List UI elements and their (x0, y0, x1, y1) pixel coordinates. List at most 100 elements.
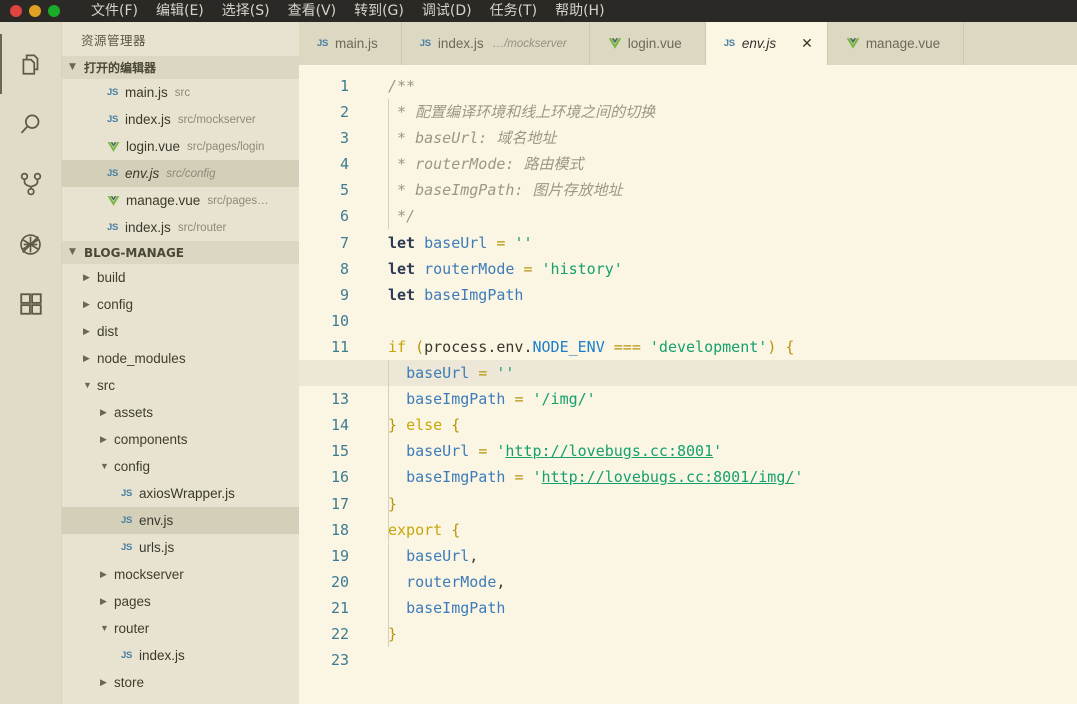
menu-view[interactable]: 查看(V) (279, 0, 346, 22)
tree-folder-assets[interactable]: ▶ assets (62, 399, 299, 426)
code-text: * routerMode: 路由模式 (388, 155, 584, 174)
open-editor-item-selected[interactable]: JS env.js src/config (62, 160, 299, 187)
line-number: 3 (339, 129, 349, 148)
title-bar: 文件(F) 编辑(E) 选择(S) 查看(V) 转到(G) 调试(D) 任务(T… (0, 0, 1077, 22)
tree-label: urls.js (139, 540, 175, 555)
code-line-9: let baseImgPath (388, 285, 524, 304)
chevron-right-icon: ▶ (83, 353, 90, 363)
minimize-window-button[interactable] (29, 5, 41, 17)
tree-folder-node-modules[interactable]: ▶ node_modules (62, 345, 299, 372)
open-editor-path: src/pages/login (187, 140, 265, 153)
js-file-icon: JS (107, 222, 119, 233)
tree-folder-pages[interactable]: ▶ pages (62, 588, 299, 615)
open-editor-item[interactable]: JS index.js src/router (62, 214, 299, 241)
chevron-down-icon: ▼ (100, 461, 109, 471)
line-number: 22 (330, 624, 349, 643)
open-editor-item[interactable]: login.vue src/pages/login (62, 133, 299, 160)
project-root-label: BLOG-MANAGE (84, 245, 185, 260)
vue-file-icon (608, 37, 622, 50)
project-root-header[interactable]: ▼ BLOG-MANAGE (62, 241, 299, 264)
menu-help[interactable]: 帮助(H) (546, 0, 613, 22)
chevron-right-icon: ▶ (83, 326, 90, 336)
tree-folder-dist[interactable]: ▶ dist (62, 318, 299, 345)
line-number: 23 (330, 651, 349, 670)
open-editor-name: env.js (125, 166, 160, 181)
tree-label: store (114, 675, 145, 690)
extensions-icon (18, 291, 44, 317)
line-number: 9 (339, 285, 349, 304)
tree-folder-config[interactable]: ▶ config (62, 291, 299, 318)
menu-file[interactable]: 文件(F) (82, 0, 147, 22)
activity-bar (0, 22, 62, 704)
tab-close-icon[interactable]: ✕ (801, 37, 813, 51)
tree-label: components (114, 432, 188, 447)
tree-folder-router[interactable]: ▼ router (62, 615, 299, 642)
code-line-3: * baseUrl: 域名地址 (361, 125, 1077, 151)
js-file-icon: JS (121, 488, 133, 499)
activity-search[interactable] (0, 94, 62, 154)
open-editor-path: src/pages… (207, 194, 269, 207)
tab-login-vue[interactable]: login.vue (589, 22, 706, 65)
line-number: 14 (330, 416, 349, 435)
tab-main-js[interactable]: JS main.js (299, 22, 402, 65)
open-editor-item[interactable]: JS main.js src (62, 79, 299, 106)
tree-folder-store[interactable]: ▶ store (62, 669, 299, 696)
menu-tasks[interactable]: 任务(T) (481, 0, 546, 22)
chevron-right-icon: ▶ (100, 677, 107, 687)
menu-select[interactable]: 选择(S) (213, 0, 279, 22)
tree-file-env-js[interactable]: JS env.js (62, 507, 299, 534)
chevron-right-icon: ▶ (83, 272, 90, 282)
close-window-button[interactable] (10, 5, 22, 17)
workbench: 资源管理器 ▼ 打开的编辑器 JS main.js src JS index.j… (0, 22, 1077, 704)
line-number: 17 (330, 494, 349, 513)
code-line-16: baseImgPath = 'http://lovebugs.cc:8001/i… (406, 468, 804, 487)
activity-explorer[interactable] (0, 34, 62, 94)
tree-label: dist (97, 324, 119, 339)
code-line-12: baseUrl = '' (299, 360, 1077, 387)
tree-folder-src-config[interactable]: ▼ config (62, 453, 299, 480)
chevron-down-icon: ▼ (69, 247, 76, 257)
explorer-sidebar: 资源管理器 ▼ 打开的编辑器 JS main.js src JS index.j… (62, 22, 299, 704)
code-text: */ (388, 207, 416, 226)
line-number: 5 (339, 181, 349, 200)
open-editors-header[interactable]: ▼ 打开的编辑器 (62, 56, 299, 79)
activity-debug[interactable] (0, 214, 62, 274)
activity-extensions[interactable] (0, 274, 62, 334)
tree-label: mockserver (114, 567, 184, 582)
code-line-14: } else { (388, 416, 461, 435)
chevron-right-icon: ▶ (100, 434, 107, 444)
activity-source-control[interactable] (0, 154, 62, 214)
menu-edit[interactable]: 编辑(E) (147, 0, 213, 22)
line-number: 20 (330, 572, 349, 591)
tree-file-axioswrapper[interactable]: JS axiosWrapper.js (62, 480, 299, 507)
line-number: 13 (330, 390, 349, 409)
tree-folder-components[interactable]: ▶ components (62, 426, 299, 453)
line-number: 8 (339, 259, 349, 278)
code-text: * baseImgPath: 图片存放地址 (388, 181, 623, 200)
tree-file-router-index[interactable]: JS index.js (62, 642, 299, 669)
code-editor[interactable]: 1 2 3 4 5 6 7 8 9 10 11 12 13 14 15 16 1… (299, 65, 1077, 704)
source-control-icon (18, 171, 44, 197)
tree-folder-src[interactable]: ▼ src (62, 372, 299, 399)
js-file-icon: JS (107, 87, 119, 98)
open-editor-item[interactable]: JS index.js src/mockserver (62, 106, 299, 133)
open-editor-path: src/mockserver (177, 113, 256, 126)
tree-folder-build[interactable]: ▶ build (62, 264, 299, 291)
code-lines[interactable]: /** * 配置编译环境和线上环境之间的切换 * baseUrl: 域名地址 *… (299, 73, 1077, 704)
code-line-6: */ (361, 203, 1077, 229)
code-line-7: let baseUrl = '' (388, 233, 533, 252)
line-number: 4 (339, 155, 349, 174)
maximize-window-button[interactable] (48, 5, 60, 17)
tree-folder-mockserver[interactable]: ▶ mockserver (62, 561, 299, 588)
menu-go[interactable]: 转到(G) (345, 0, 413, 22)
open-editor-item[interactable]: manage.vue src/pages… (62, 187, 299, 214)
tab-label: manage.vue (865, 36, 941, 51)
tab-env-js[interactable]: JS env.js ✕ (705, 22, 828, 65)
tree-label: router (114, 621, 150, 636)
tab-index-js-mockserver[interactable]: JS index.js …/mockserver (401, 22, 590, 65)
tab-manage-vue[interactable]: manage.vue (827, 22, 965, 65)
menu-debug[interactable]: 调试(D) (413, 0, 481, 22)
open-editors-label: 打开的编辑器 (84, 61, 157, 75)
open-editor-name: index.js (125, 220, 171, 235)
tree-file-urls-js[interactable]: JS urls.js (62, 534, 299, 561)
